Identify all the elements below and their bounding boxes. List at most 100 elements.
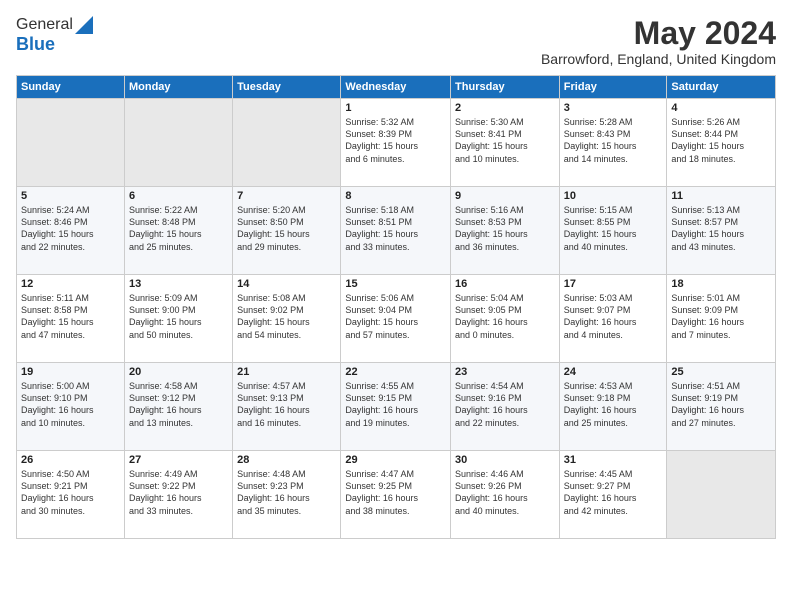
day-info-line: Daylight: 16 hours (671, 317, 744, 327)
day-info: Sunrise: 5:08 AMSunset: 9:02 PMDaylight:… (237, 292, 336, 341)
calendar-cell: 7Sunrise: 5:20 AMSunset: 8:50 PMDaylight… (233, 187, 341, 275)
calendar-cell: 6Sunrise: 5:22 AMSunset: 8:48 PMDaylight… (124, 187, 232, 275)
day-info-line: and 38 minutes. (345, 506, 409, 516)
day-info: Sunrise: 5:26 AMSunset: 8:44 PMDaylight:… (671, 116, 771, 165)
day-info-line: Sunset: 9:04 PM (345, 305, 412, 315)
calendar-cell (667, 451, 776, 539)
day-info-line: Sunset: 8:41 PM (455, 129, 522, 139)
day-info-line: Daylight: 16 hours (455, 493, 528, 503)
day-info-line: Daylight: 15 hours (671, 141, 744, 151)
day-info-line: Daylight: 16 hours (564, 405, 637, 415)
day-info-line: Sunset: 8:44 PM (671, 129, 738, 139)
day-number: 30 (455, 454, 555, 466)
col-wednesday: Wednesday (341, 76, 451, 99)
day-number: 19 (21, 366, 120, 378)
day-info-line: Daylight: 15 hours (564, 229, 637, 239)
day-info-line: and 35 minutes. (237, 506, 301, 516)
day-info-line: Daylight: 16 hours (671, 405, 744, 415)
location: Barrowford, England, United Kingdom (541, 51, 776, 67)
day-info-line: Sunset: 9:00 PM (129, 305, 196, 315)
day-info: Sunrise: 5:32 AMSunset: 8:39 PMDaylight:… (345, 116, 446, 165)
day-info-line: and 27 minutes. (671, 418, 735, 428)
day-info-line: and 18 minutes. (671, 154, 735, 164)
calendar-week-row: 19 Sunrise: 5:00 AMSunset: 9:10 PMDayligh… (17, 363, 776, 451)
calendar-cell: 16Sunrise: 5:04 AMSunset: 9:05 PMDayligh… (451, 275, 560, 363)
day-number: 26 (21, 454, 120, 466)
calendar-cell: 24Sunrise: 4:53 AMSunset: 9:18 PMDayligh… (559, 363, 667, 451)
day-info: Sunrise: 4:49 AMSunset: 9:22 PMDaylight:… (129, 468, 228, 517)
day-info-line: Daylight: 16 hours (237, 493, 310, 503)
day-info-line: Sunset: 9:05 PM (455, 305, 522, 315)
day-info-line: Daylight: 16 hours (21, 405, 94, 415)
day-number: 20 (129, 366, 228, 378)
col-saturday: Saturday (667, 76, 776, 99)
logo-general-text: General (16, 16, 73, 34)
day-info-line: Daylight: 15 hours (455, 229, 528, 239)
day-info: Sunrise: 5:00 AMSunset: 9:10 PMDaylight:… (21, 380, 120, 429)
day-info: Sunrise: 5:15 AMSunset: 8:55 PMDaylight:… (564, 204, 663, 253)
day-info-line: Daylight: 16 hours (455, 317, 528, 327)
day-info-line: Sunrise: 5:00 AM (21, 381, 90, 391)
col-tuesday: Tuesday (233, 76, 341, 99)
day-info-line: Daylight: 16 hours (237, 405, 310, 415)
day-info-line: Sunset: 8:58 PM (21, 305, 88, 315)
day-info: Sunrise: 4:45 AMSunset: 9:27 PMDaylight:… (564, 468, 663, 517)
calendar-cell (17, 99, 125, 187)
title-block: May 2024 Barrowford, England, United Kin… (541, 16, 776, 67)
day-info: Sunrise: 5:11 AMSunset: 8:58 PMDaylight:… (21, 292, 120, 341)
day-info-line: Sunrise: 5:20 AM (237, 205, 306, 215)
day-info-line: Sunrise: 5:18 AM (345, 205, 414, 215)
day-info: Sunrise: 5:30 AMSunset: 8:41 PMDaylight:… (455, 116, 555, 165)
day-number: 12 (21, 278, 120, 290)
calendar-cell: 17Sunrise: 5:03 AMSunset: 9:07 PMDayligh… (559, 275, 667, 363)
day-info: Sunrise: 4:47 AMSunset: 9:25 PMDaylight:… (345, 468, 446, 517)
day-info-line: Sunrise: 4:47 AM (345, 469, 414, 479)
page: General Blue May 2024 Barrowford, Englan… (0, 0, 792, 612)
day-info-line: Sunset: 8:57 PM (671, 217, 738, 227)
month-title: May 2024 (541, 16, 776, 51)
day-info: Sunrise: 5:16 AMSunset: 8:53 PMDaylight:… (455, 204, 555, 253)
day-info: Sunrise: 5:18 AM Sunset: 8:51 PM Daylight:… (345, 204, 446, 253)
day-info-line: and 13 minutes. (129, 418, 193, 428)
day-info-line: and 7 minutes. (671, 330, 730, 340)
day-info: Sunrise: 5:06 AMSunset: 9:04 PMDaylight:… (345, 292, 446, 341)
day-info-line: Daylight: 15 hours (455, 141, 528, 151)
day-info-line: Sunset: 9:07 PM (564, 305, 631, 315)
day-info-line: Sunrise: 4:49 AM (129, 469, 198, 479)
day-info-line: Daylight: 16 hours (129, 493, 202, 503)
day-info-line: Daylight: 15 hours (129, 317, 202, 327)
day-info-line: and 40 minutes. (455, 506, 519, 516)
calendar-header-row: Sunday Monday Tuesday Wednesday Thursday… (17, 76, 776, 99)
day-number: 25 (671, 366, 771, 378)
calendar-week-row: 1Sunrise: 5:32 AMSunset: 8:39 PMDaylight… (17, 99, 776, 187)
day-info-line: Sunrise: 4:48 AM (237, 469, 306, 479)
calendar-cell: 1Sunrise: 5:32 AMSunset: 8:39 PMDaylight… (341, 99, 451, 187)
day-number: 24 (564, 366, 663, 378)
day-info-line: Sunrise: 5:01 AM (671, 293, 740, 303)
calendar-cell: 26Sunrise: 4:50 AMSunset: 9:21 PMDayligh… (17, 451, 125, 539)
day-info-line: Sunset: 9:16 PM (455, 393, 522, 403)
day-info-line: Sunrise: 5:11 AM (21, 293, 89, 303)
day-info-line: Sunrise: 5:28 AM (564, 117, 633, 127)
day-number: 22 (345, 366, 446, 378)
day-info-line: and 47 minutes. (21, 330, 85, 340)
day-info-line: and 29 minutes. (237, 242, 301, 252)
day-info-line: Sunrise: 5:32 AM (345, 117, 414, 127)
day-info-line: Sunset: 8:51 PM (345, 217, 412, 227)
day-info-line: and 14 minutes. (564, 154, 628, 164)
day-info: Sunrise: 5:28 AMSunset: 8:43 PMDaylight:… (564, 116, 663, 165)
day-info-line: Sunset: 9:13 PM (237, 393, 304, 403)
day-number: 7 (237, 190, 336, 202)
day-info-line: Sunset: 8:39 PM (345, 129, 412, 139)
day-number: 5 (21, 190, 120, 202)
day-info-line: Sunrise: 5:09 AM (129, 293, 198, 303)
calendar-cell: 12Sunrise: 5:11 AMSunset: 8:58 PMDayligh… (17, 275, 125, 363)
logo-icon (75, 16, 93, 34)
day-number: 9 (455, 190, 555, 202)
calendar-cell: 21Sunrise: 4:57 AMSunset: 9:13 PMDayligh… (233, 363, 341, 451)
col-sunday: Sunday (17, 76, 125, 99)
day-info-line: and 50 minutes. (129, 330, 193, 340)
day-info-line: Daylight: 16 hours (564, 493, 637, 503)
col-monday: Monday (124, 76, 232, 99)
day-info-line: Daylight: 15 hours (345, 229, 418, 239)
